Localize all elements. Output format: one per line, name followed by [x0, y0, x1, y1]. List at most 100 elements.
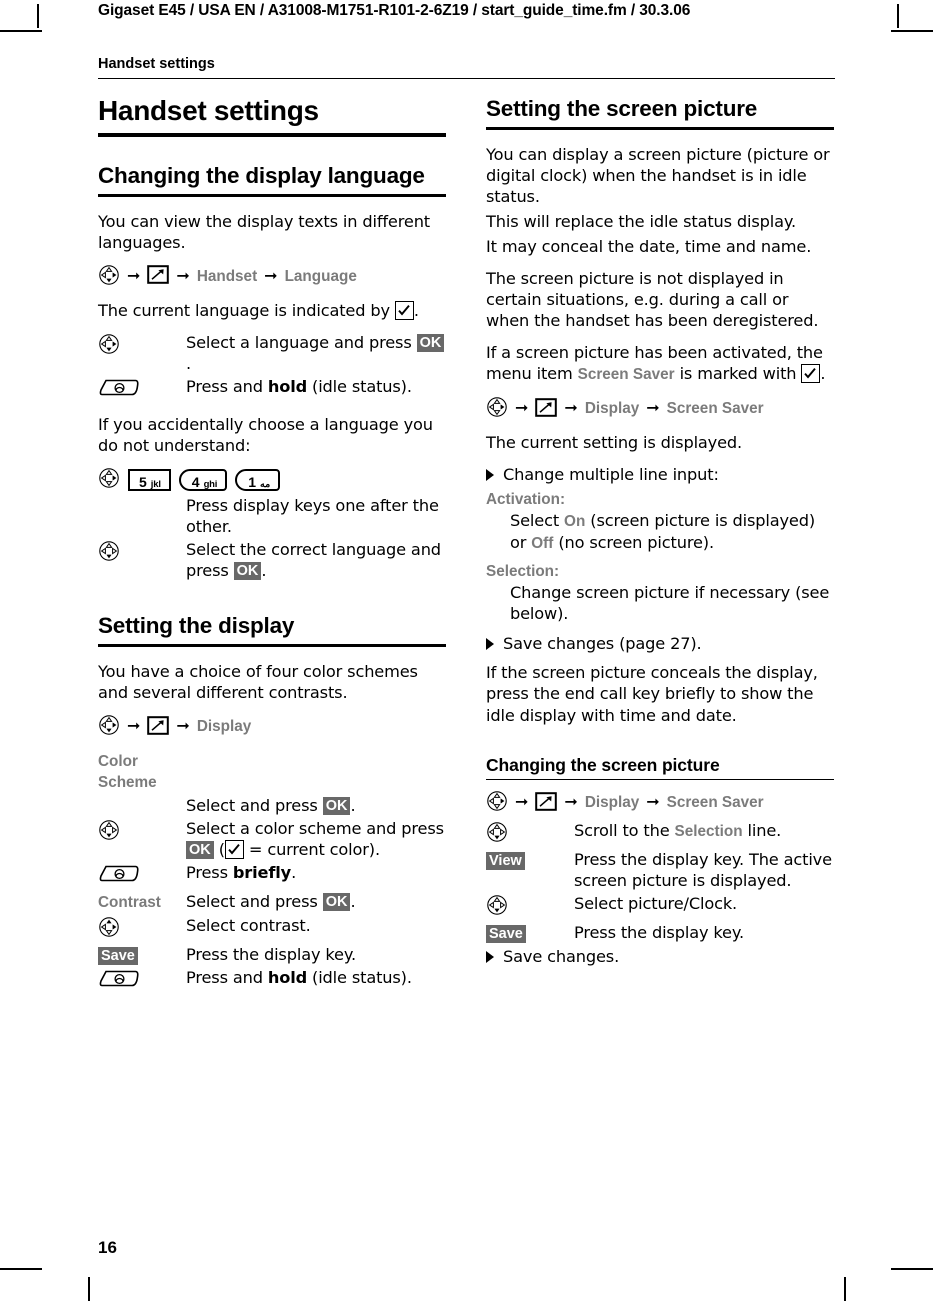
heading-changing-screen-picture: Changing the screen picture	[486, 754, 720, 775]
heading-rule	[486, 126, 834, 130]
menu-option-on: On	[564, 513, 586, 531]
arrow-right-icon: ➞	[564, 398, 578, 418]
arrow-right-icon: ➞	[127, 716, 141, 736]
nav-key-icon	[486, 396, 508, 422]
empty-key-cell	[98, 795, 186, 796]
running-header: Handset settings	[98, 56, 215, 72]
table-row: Select picture/Clock.	[486, 893, 834, 920]
key-cell: Save	[486, 922, 574, 944]
bullet-text: Save changes (page 27).	[503, 634, 702, 654]
number-key-5[interactable]: 5 jkl	[128, 469, 171, 492]
triangle-bullet-icon	[486, 469, 494, 482]
table-row: Select the correct language and press OK…	[98, 539, 446, 581]
step-description: Press and hold (idle status).	[186, 376, 446, 397]
key-digit: 1	[248, 474, 257, 491]
step-description: Select and press OK.	[186, 891, 446, 912]
nav-key-icon	[98, 540, 120, 566]
page-title-rule	[98, 132, 446, 137]
table-row: Press briefly.	[98, 862, 446, 889]
number-key-4[interactable]: 4 ghi	[178, 469, 228, 492]
language-indicated-text: The current language is indicated by .	[98, 300, 446, 321]
nav-key-icon	[486, 894, 508, 920]
label-activation: Activation:	[486, 491, 566, 509]
menu-path-display: ➞ ➞ Display	[98, 714, 446, 740]
table-row: Save Press the display key.	[486, 922, 834, 944]
display-key-ok[interactable]: OK	[233, 562, 262, 581]
nav-key-cell	[98, 915, 186, 942]
running-header-rule	[98, 78, 835, 79]
empty-key-cell	[98, 495, 186, 496]
number-key-1[interactable]: 1 مه	[235, 469, 281, 492]
left-column: Handset settings Changing the display la…	[98, 95, 446, 996]
step-description: Press the display key.	[186, 945, 356, 965]
nav-key-icon	[98, 467, 120, 493]
step-text-post: .	[261, 561, 267, 581]
step-text: Scroll to the	[574, 821, 675, 841]
display-key-ok[interactable]: OK	[322, 797, 351, 816]
menu-key-icon	[147, 265, 170, 288]
page-body: Handset settings Handset settings Changi…	[0, 0, 933, 1301]
selection-body: Change screen picture if necessary (see …	[510, 583, 830, 624]
checkmark-box-icon	[394, 300, 414, 320]
table-row: Press display keys one after the other.	[98, 495, 446, 537]
key-cell: Save	[98, 944, 186, 966]
nav-key-icon	[486, 821, 508, 847]
table-row: Color Scheme	[98, 750, 446, 793]
display-key-save[interactable]: Save	[486, 925, 526, 944]
label-selection: Selection:	[486, 563, 560, 581]
checkmark-box-icon	[801, 364, 821, 384]
triangle-bullet-icon	[486, 638, 494, 651]
step-description: Scroll to the Selection line.	[574, 820, 834, 842]
menu-item-color-scheme: Color Scheme	[98, 753, 157, 792]
menu-key-icon	[535, 398, 558, 421]
table-row: Save Press the display key.	[98, 944, 446, 966]
key-digit: 4	[191, 474, 200, 491]
menu-path-language: ➞ ➞ Handset ➞ Language	[98, 264, 446, 290]
arrow-right-icon: ➞	[264, 265, 278, 285]
display-key-save[interactable]: Save	[98, 947, 138, 966]
bullet-text: Save changes.	[503, 947, 620, 967]
checkmark-box-icon	[224, 840, 244, 860]
key-letters: jkl	[150, 479, 161, 491]
step-text-post: (idle status).	[307, 968, 412, 988]
heading-setting-the-display: Setting the display	[98, 613, 295, 639]
nav-key-icon	[98, 714, 120, 740]
menu-item-handset: Handset	[196, 267, 258, 285]
step-text: Press	[186, 863, 233, 883]
current-setting-text: The current setting is displayed.	[486, 433, 743, 453]
end-call-key-cell	[98, 376, 186, 403]
step-description: Select a color scheme and press OK ( = c…	[186, 818, 446, 860]
step-description: Select and press OK.	[186, 795, 446, 816]
nav-key-cell	[98, 539, 186, 566]
right-column: Setting the screen picture You can displ…	[486, 96, 834, 996]
key-cell: Contrast	[98, 891, 186, 913]
language-intro-text: You can view the display texts in differ…	[98, 211, 430, 252]
display-key-ok[interactable]: OK	[416, 333, 445, 352]
step-description: Press the display key. The active screen…	[574, 850, 832, 891]
step-text-bold: hold	[267, 968, 308, 988]
step-description: Select contrast.	[186, 916, 311, 936]
nav-key-icon	[486, 790, 508, 816]
indicated-post-text: .	[413, 300, 419, 320]
display-key-view[interactable]: View	[486, 852, 525, 871]
key-letters: ghi	[203, 479, 218, 491]
step-description: Press briefly.	[186, 862, 446, 883]
menu-item-display: Display	[584, 400, 640, 418]
heading-setting-screen-picture: Setting the screen picture	[486, 96, 758, 121]
menu-item-language: Language	[284, 267, 357, 285]
nav-key-cell	[98, 818, 186, 845]
table-row: Press and hold (idle status).	[98, 376, 446, 403]
step-text-post: .	[350, 796, 356, 816]
nav-key-icon	[98, 333, 120, 359]
key-digit: 5	[139, 474, 147, 491]
end-call-key-icon	[98, 863, 140, 889]
step-text: Select and press	[186, 796, 323, 816]
table-row: Select contrast.	[98, 915, 446, 942]
display-key-ok[interactable]: OK	[186, 841, 214, 860]
display-key-ok[interactable]: OK	[322, 893, 351, 912]
heading-rule	[98, 193, 446, 197]
step-text-post: .	[350, 892, 356, 912]
display-procedure-table: Color Scheme Select and press OK. Select…	[98, 750, 446, 994]
screen-picture-para-1c: It may conceal the date, time and name.	[486, 237, 812, 257]
screen-picture-para-2: The screen picture is not displayed in c…	[486, 269, 819, 331]
